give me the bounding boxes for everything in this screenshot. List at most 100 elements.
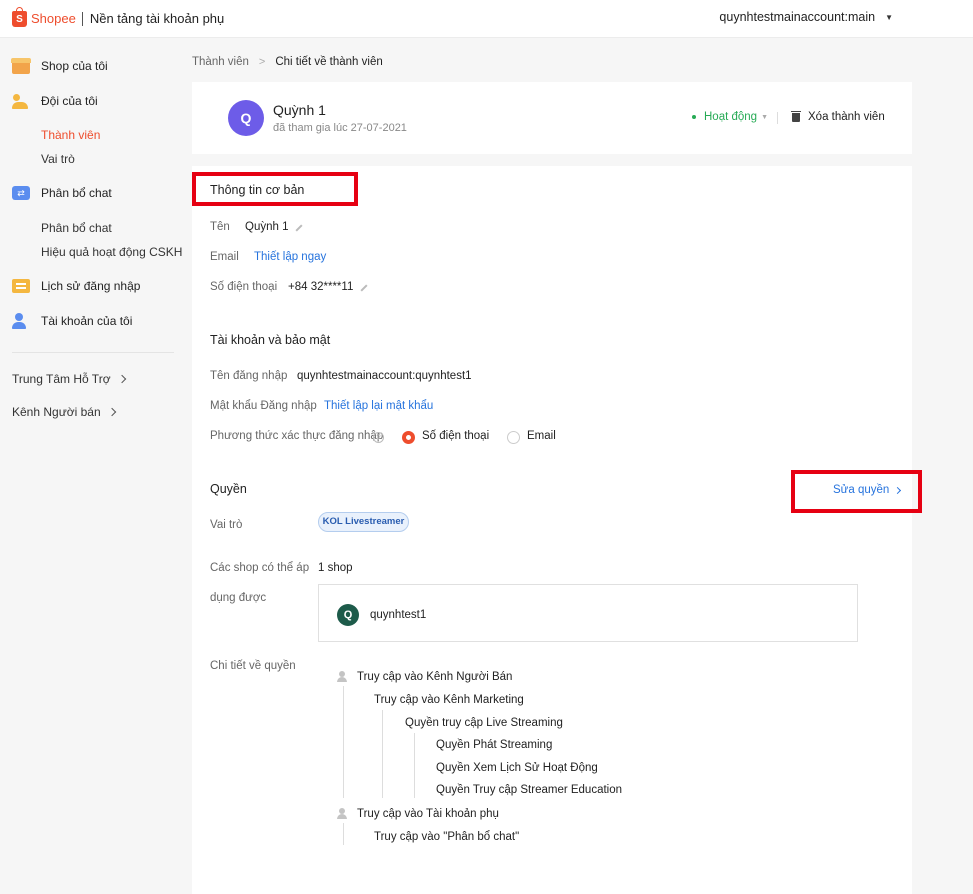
help-icon[interactable]: ?	[373, 432, 384, 443]
edit-phone-icon[interactable]	[360, 284, 368, 292]
breadcrumb-current: Chi tiết về thành viên	[275, 56, 383, 68]
sidebar: Shop của tôi Đội của tôi Thành viên Vai …	[0, 38, 186, 894]
phone-value: +84 32****11	[288, 281, 354, 293]
avatar: Q	[228, 100, 264, 136]
permission-live-streaming: Quyền truy cập Live Streaming	[405, 717, 563, 729]
basic-info-title: Thông tin cơ bản	[210, 183, 305, 197]
edit-permissions-label: Sửa quyền	[833, 484, 890, 496]
auth-option-phone-label: Số điện thoại	[422, 430, 490, 442]
sidebar-subitem-cs-performance[interactable]: Hiệu quả hoạt động CSKH	[41, 245, 182, 259]
account-name: quynhtestmainaccount:main	[719, 10, 876, 24]
sidebar-item-label: Đội của tôi	[41, 94, 98, 108]
logo-text: Shopee	[31, 11, 76, 26]
sidebar-subitem-chat-allocation[interactable]: Phân bổ chat	[41, 221, 112, 235]
logo-divider	[81, 11, 83, 26]
edit-name-icon[interactable]	[295, 224, 303, 232]
name-value: Quỳnh 1	[245, 221, 289, 233]
shopee-bag-icon: S	[12, 6, 27, 27]
seller-centre-label: Kênh Người bán	[12, 405, 101, 419]
caret-down-icon: ▼	[761, 113, 769, 121]
status-dot-icon	[692, 115, 696, 119]
tree-line	[382, 710, 383, 798]
tree-line	[343, 823, 344, 845]
permission-chat-allocation: Truy cập vào "Phân bổ chat"	[374, 831, 520, 843]
permissions-title: Quyền	[210, 482, 247, 496]
delete-member-label: Xóa thành viên	[808, 111, 885, 123]
sidebar-divider	[12, 352, 174, 353]
permission-stream-broadcast: Quyền Phát Streaming	[436, 739, 553, 751]
role-label: Vai trò	[210, 519, 243, 531]
permission-marketing-centre: Truy cập vào Kênh Marketing	[374, 694, 524, 706]
permission-seller-centre: Truy cập vào Kênh Người Bán	[357, 671, 513, 683]
chevron-right-icon	[894, 486, 902, 494]
team-icon	[12, 93, 30, 109]
applicable-shops-label-line2: dụng được	[210, 592, 267, 604]
edit-permissions-button[interactable]: Sửa quyền	[833, 484, 902, 496]
permission-sub-account: Truy cập vào Tài khoản phụ	[357, 808, 499, 820]
platform-title: Nền tảng tài khoản phụ	[89, 11, 225, 26]
chat-icon: ⇄	[12, 186, 30, 200]
chevron-right-icon	[117, 374, 126, 384]
tree-line	[343, 686, 344, 798]
breadcrumb-separator-icon: >	[258, 56, 266, 68]
permission-view-activity-history: Quyền Xem Lịch Sử Hoạt Động	[436, 762, 598, 774]
sidebar-item-label: Lịch sử đăng nhập	[41, 279, 141, 293]
user-permission-icon	[337, 808, 351, 820]
help-center-link[interactable]: Trung Tâm Hỗ Trợ	[12, 372, 126, 386]
username-label: Tên đăng nhập	[210, 370, 288, 382]
name-label: Tên	[210, 221, 230, 233]
auth-method-label: Phương thức xác thực đăng nhập	[210, 430, 384, 442]
email-label: Email	[210, 251, 239, 263]
shop-list-box: Q quynhtest1	[318, 584, 858, 642]
sidebar-item-chat-allocation[interactable]: ⇄ Phân bổ chat	[12, 186, 112, 200]
applicable-shops-label: Các shop có thể áp	[210, 562, 310, 574]
breadcrumb: Thành viên > Chi tiết về thành viên	[192, 56, 383, 68]
permission-streamer-education: Quyền Truy cập Streamer Education	[436, 784, 623, 796]
sidebar-item-my-shop[interactable]: Shop của tôi	[11, 58, 108, 74]
reset-password-link[interactable]: Thiết lập lại mật khẩu	[324, 400, 433, 412]
caret-down-icon: ▼	[885, 12, 893, 22]
security-title: Tài khoản và bảo mật	[210, 333, 331, 347]
set-email-link[interactable]: Thiết lập ngay	[254, 251, 326, 263]
sidebar-item-my-account[interactable]: Tài khoản của tôi	[12, 313, 132, 329]
shop-name: quynhtest1	[370, 609, 427, 621]
sidebar-subitem-roles[interactable]: Vai trò	[41, 152, 75, 166]
auth-radio-phone[interactable]	[402, 431, 415, 444]
member-joined-date: đã tham gia lúc 27-07-2021	[273, 122, 407, 134]
seller-centre-link[interactable]: Kênh Người bán	[12, 405, 116, 419]
account-icon	[12, 313, 30, 329]
account-menu[interactable]: quynhtestmainaccount:main ▼	[719, 10, 893, 24]
auth-radio-email[interactable]	[507, 431, 520, 444]
permission-details-label: Chi tiết về quyền	[210, 660, 296, 672]
role-badge: KOL Livestreamer	[318, 512, 409, 532]
chevron-right-icon	[107, 407, 116, 417]
shop-count: 1 shop	[318, 562, 353, 574]
password-label: Mật khẩu Đăng nhập	[210, 400, 317, 412]
breadcrumb-members-link[interactable]: Thành viên	[192, 56, 249, 68]
auth-option-email-label: Email	[527, 430, 556, 442]
sidebar-subitem-members[interactable]: Thành viên	[41, 128, 100, 142]
member-name: Quỳnh 1	[273, 102, 326, 118]
top-header: S Shopee Nền tảng tài khoản phụ quynhtes…	[0, 0, 973, 38]
status-dropdown[interactable]: Hoạt động ▼	[692, 111, 768, 123]
trash-icon	[791, 110, 801, 122]
sidebar-item-label: Tài khoản của tôi	[41, 314, 133, 328]
tree-line	[414, 733, 415, 798]
shop-avatar: Q	[337, 604, 359, 626]
history-icon	[12, 279, 30, 293]
store-icon	[11, 58, 31, 74]
header-divider	[777, 112, 778, 124]
user-permission-icon	[337, 671, 351, 683]
status-label: Hoạt động	[704, 111, 758, 123]
help-center-label: Trung Tâm Hỗ Trợ	[12, 372, 111, 386]
delete-member-button[interactable]: Xóa thành viên	[791, 110, 885, 123]
member-detail-panel: Thông tin cơ bản Tên Quỳnh 1 Email Thiết…	[192, 166, 922, 894]
sidebar-item-label: Shop của tôi	[41, 59, 108, 73]
username-value: quynhtestmainaccount:quynhtest1	[297, 370, 472, 382]
shopee-logo[interactable]: S Shopee	[12, 6, 76, 27]
phone-label: Số điện thoại	[210, 281, 278, 293]
sidebar-item-my-team[interactable]: Đội của tôi	[12, 93, 98, 109]
sidebar-item-label: Phân bổ chat	[41, 186, 112, 200]
member-header-card: Q Quỳnh 1 đã tham gia lúc 27-07-2021 Hoạ…	[192, 82, 912, 154]
sidebar-item-login-history[interactable]: Lịch sử đăng nhập	[12, 279, 140, 293]
